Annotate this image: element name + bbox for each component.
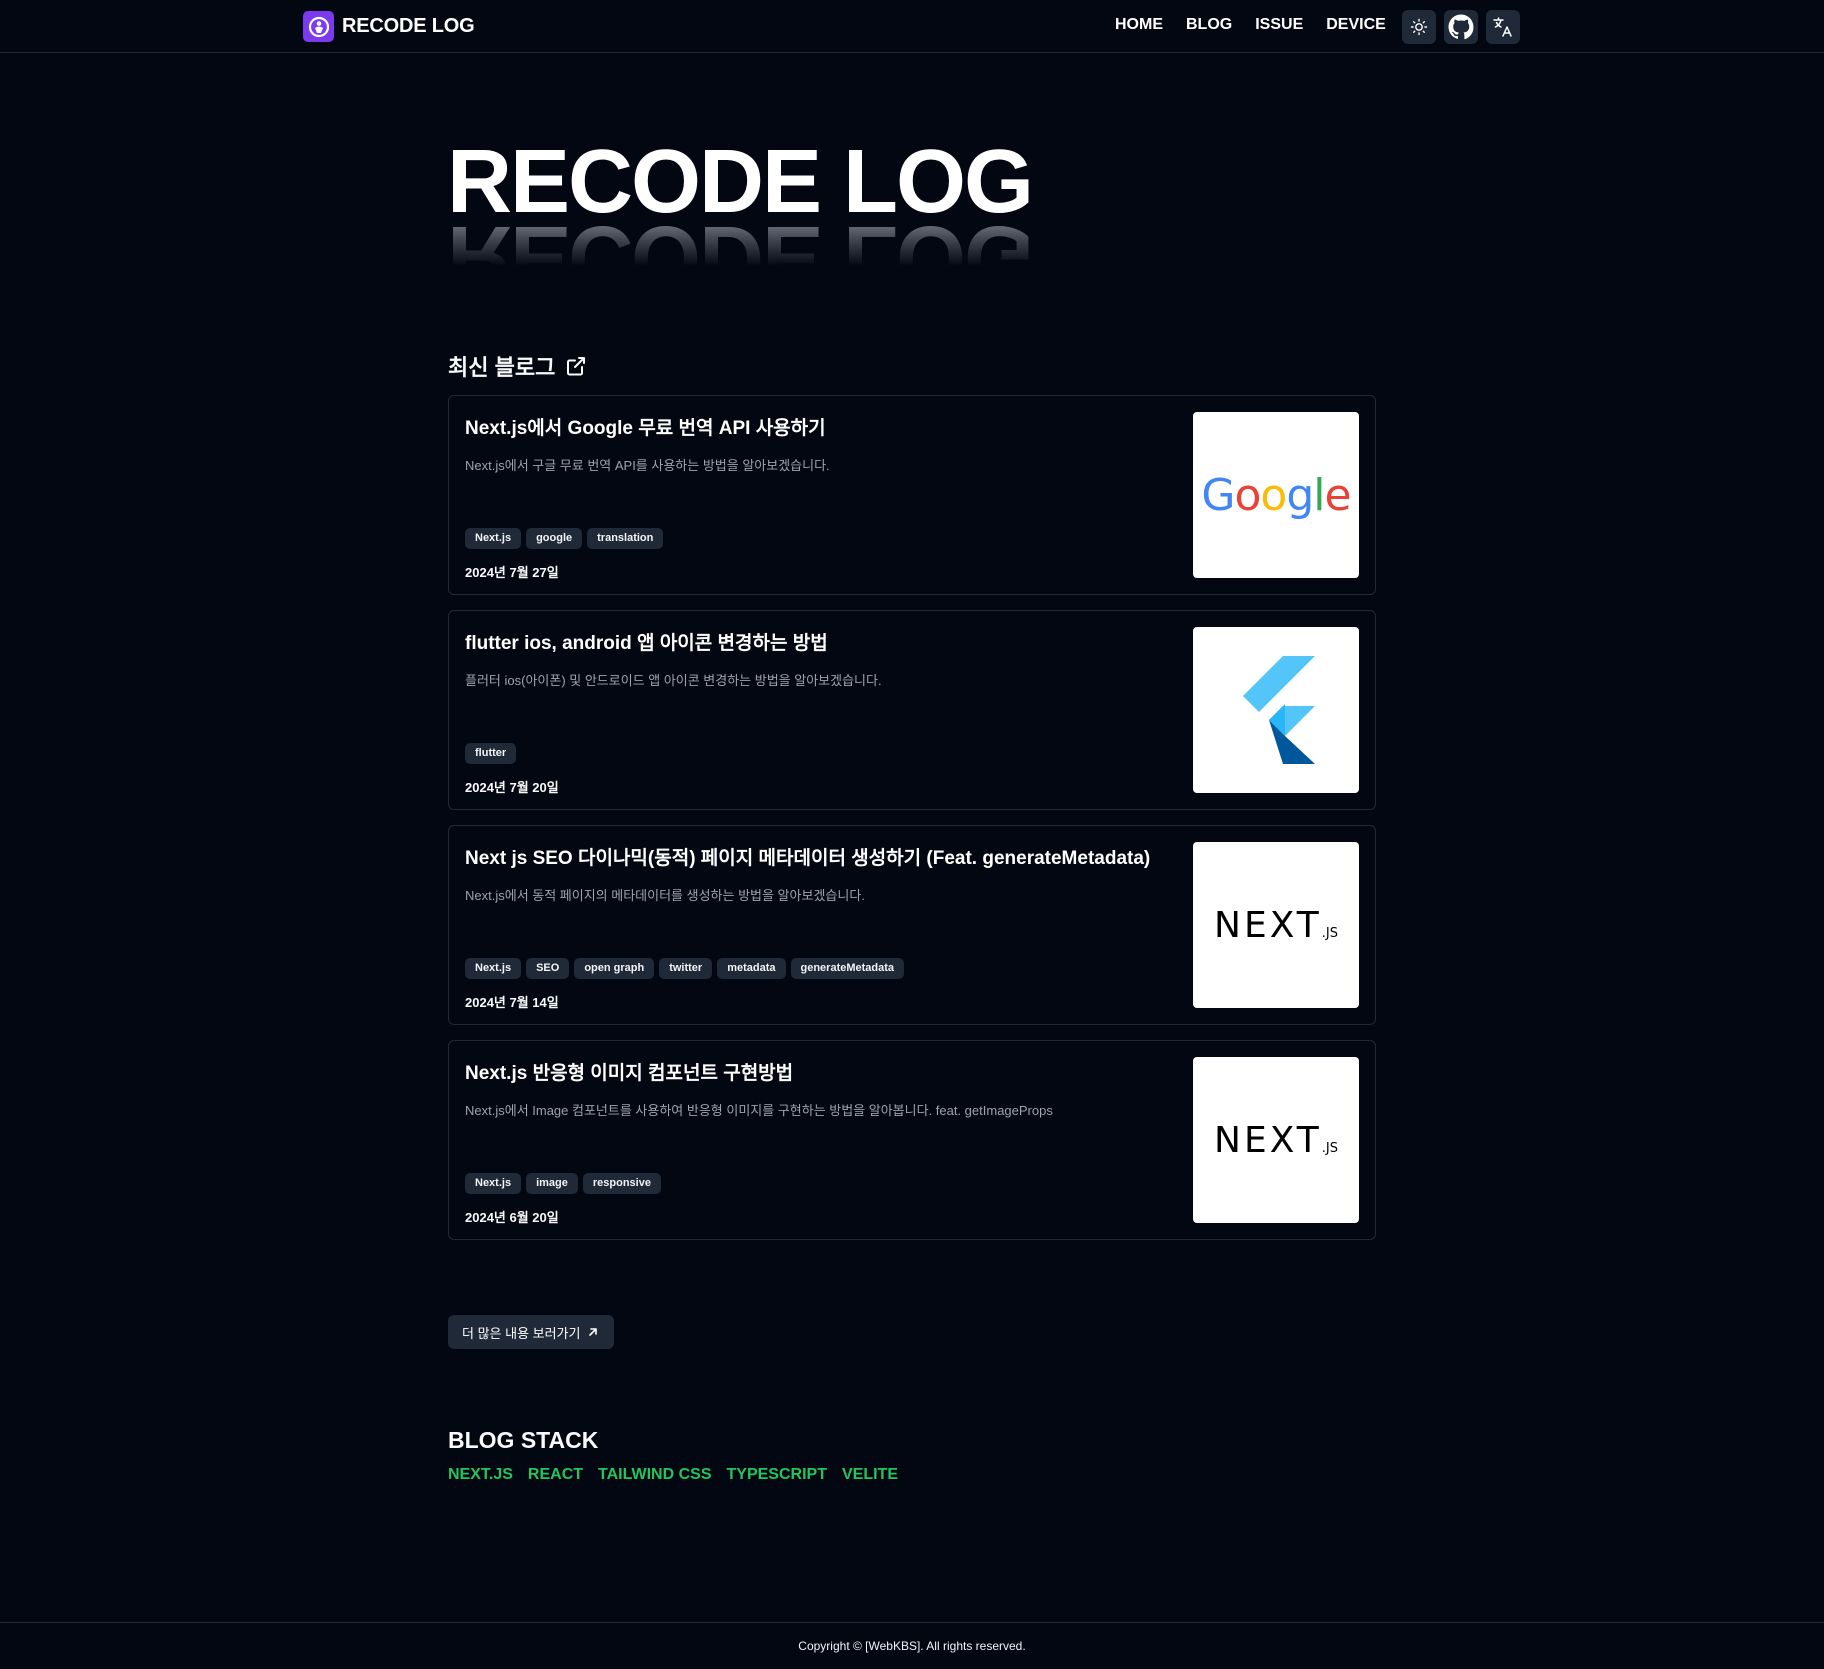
nav-home[interactable]: HOME	[1115, 16, 1163, 34]
latest-blog-heading[interactable]: 최신 블로그	[448, 350, 587, 382]
post-description: 플러터 ios(아이폰) 및 안드로이드 앱 아이콘 변경하는 방법을 알아보겠…	[465, 673, 882, 688]
post-tags: Next.js google translation	[465, 528, 664, 549]
post-title[interactable]: Next js SEO 다이나믹(동적) 페이지 메타데이터 생성하기 (Fea…	[465, 843, 1150, 870]
post-tags: Next.js image responsive	[465, 1173, 661, 1194]
post-tag[interactable]: responsive	[582, 1173, 661, 1194]
latest-blog-title: 최신 블로그	[448, 355, 556, 380]
post-date: 2024년 6월 20일	[465, 1210, 559, 1225]
post-card[interactable]: Next js SEO 다이나믹(동적) 페이지 메타데이터 생성하기 (Fea…	[448, 825, 1376, 1025]
post-thumbnail-flutter[interactable]	[1193, 627, 1359, 793]
post-tag[interactable]: Next.js	[465, 528, 522, 549]
post-card[interactable]: flutter ios, android 앱 아이콘 변경하는 방법 플러터 i…	[448, 610, 1376, 810]
post-list: Next.js에서 Google 무료 번역 API 사용하기 Next.js에…	[448, 395, 1376, 1255]
blog-stack-heading: BLOG STACK	[448, 1427, 599, 1453]
header-actions	[1402, 10, 1520, 44]
nav-blog[interactable]: BLOG	[1186, 16, 1232, 34]
post-date: 2024년 7월 14일	[465, 995, 559, 1010]
nextjs-logo: NEXT.JS	[1214, 1119, 1338, 1161]
github-button[interactable]	[1444, 10, 1478, 44]
footer: Copyright © [WebKBS]. All rights reserve…	[0, 1622, 1824, 1669]
nextjs-logo: NEXT.JS	[1214, 904, 1338, 946]
main-nav: HOME BLOG ISSUE DEVICE	[1115, 16, 1386, 34]
theme-toggle-button[interactable]	[1402, 10, 1436, 44]
google-logo: Google	[1201, 469, 1351, 521]
github-icon	[1448, 14, 1474, 40]
stack-item: REACT	[527, 1466, 584, 1483]
theme-toggle-icon	[1410, 18, 1428, 36]
brand-logo-icon	[303, 11, 334, 42]
stack-item: VELITE	[841, 1466, 898, 1483]
nav-issue[interactable]: ISSUE	[1255, 16, 1303, 34]
see-more-button[interactable]: 더 많은 내용 보러가기	[448, 1315, 615, 1349]
post-title[interactable]: Next.js 반응형 이미지 컴포넌트 구현방법	[465, 1058, 793, 1085]
post-date: 2024년 7월 20일	[465, 780, 559, 795]
stack-item: TYPESCRIPT	[726, 1466, 827, 1483]
post-thumbnail-google[interactable]: Google	[1193, 412, 1359, 578]
flutter-logo-icon	[1243, 656, 1315, 764]
post-tag[interactable]: SEO	[526, 958, 570, 979]
translate-icon	[1493, 17, 1512, 37]
post-tag[interactable]: flutter	[465, 743, 517, 764]
hero-title-reflection: RECODE LOG	[447, 210, 1033, 304]
translate-button[interactable]	[1486, 10, 1520, 44]
post-tags: flutter	[465, 743, 517, 764]
post-tag[interactable]: open graph	[574, 958, 655, 979]
copyright-text: Copyright © [WebKBS]. All rights reserve…	[798, 1639, 1026, 1653]
post-tag[interactable]: twitter	[659, 958, 713, 979]
post-tag[interactable]: image	[526, 1173, 578, 1194]
post-thumbnail-nextjs[interactable]: NEXT.JS	[1193, 1057, 1359, 1223]
post-tag[interactable]: generateMetadata	[790, 958, 905, 979]
post-tag[interactable]: metadata	[717, 958, 786, 979]
post-title[interactable]: Next.js에서 Google 무료 번역 API 사용하기	[465, 413, 826, 440]
stack-item: NEXT.JS	[448, 1466, 513, 1483]
post-card[interactable]: Next.js 반응형 이미지 컴포넌트 구현방법 Next.js에서 Imag…	[448, 1040, 1376, 1240]
post-description: Next.js에서 동적 페이지의 메타데이터를 생성하는 방법을 알아보겠습니…	[465, 888, 865, 903]
post-date: 2024년 7월 27일	[465, 565, 559, 580]
stack-item: TAILWIND CSS	[598, 1466, 712, 1483]
post-description: Next.js에서 구글 무료 번역 API를 사용하는 방법을 알아보겠습니다…	[465, 458, 830, 473]
post-title[interactable]: flutter ios, android 앱 아이콘 변경하는 방법	[465, 628, 828, 655]
nav-device[interactable]: DEVICE	[1326, 16, 1386, 34]
see-more-label: 더 많은 내용 보러가기	[462, 1325, 581, 1341]
brand-name: RECODE LOG	[342, 15, 475, 37]
post-tag[interactable]: translation	[587, 528, 664, 549]
post-thumbnail-nextjs[interactable]: NEXT.JS	[1193, 842, 1359, 1008]
post-tag[interactable]: Next.js	[465, 1173, 522, 1194]
arrow-up-right-icon	[589, 1328, 598, 1336]
post-tags: Next.js SEO open graph twitter metadata …	[465, 958, 905, 979]
blog-stack-list: NEXT.JS REACT TAILWIND CSS TYPESCRIPT VE…	[448, 1466, 898, 1484]
external-link-icon	[567, 357, 586, 376]
top-navbar: RECODE LOG HOME BLOG ISSUE DEVICE	[0, 0, 1824, 53]
post-card[interactable]: Next.js에서 Google 무료 번역 API 사용하기 Next.js에…	[448, 395, 1376, 595]
post-description: Next.js에서 Image 컴포넌트를 사용하여 반응형 이미지를 구현하는…	[465, 1103, 1053, 1118]
brand-link[interactable]: RECODE LOG	[303, 11, 475, 42]
post-tag[interactable]: google	[526, 528, 583, 549]
post-tag[interactable]: Next.js	[465, 958, 522, 979]
